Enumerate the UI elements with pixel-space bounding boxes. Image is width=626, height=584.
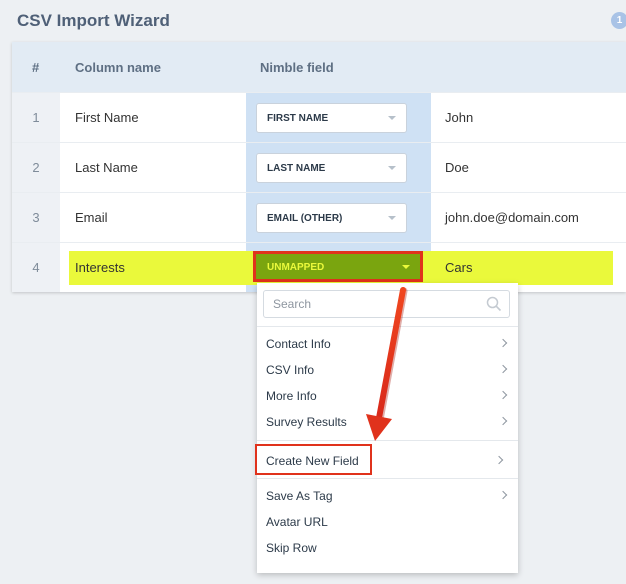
annotation-arrow	[366, 287, 408, 441]
